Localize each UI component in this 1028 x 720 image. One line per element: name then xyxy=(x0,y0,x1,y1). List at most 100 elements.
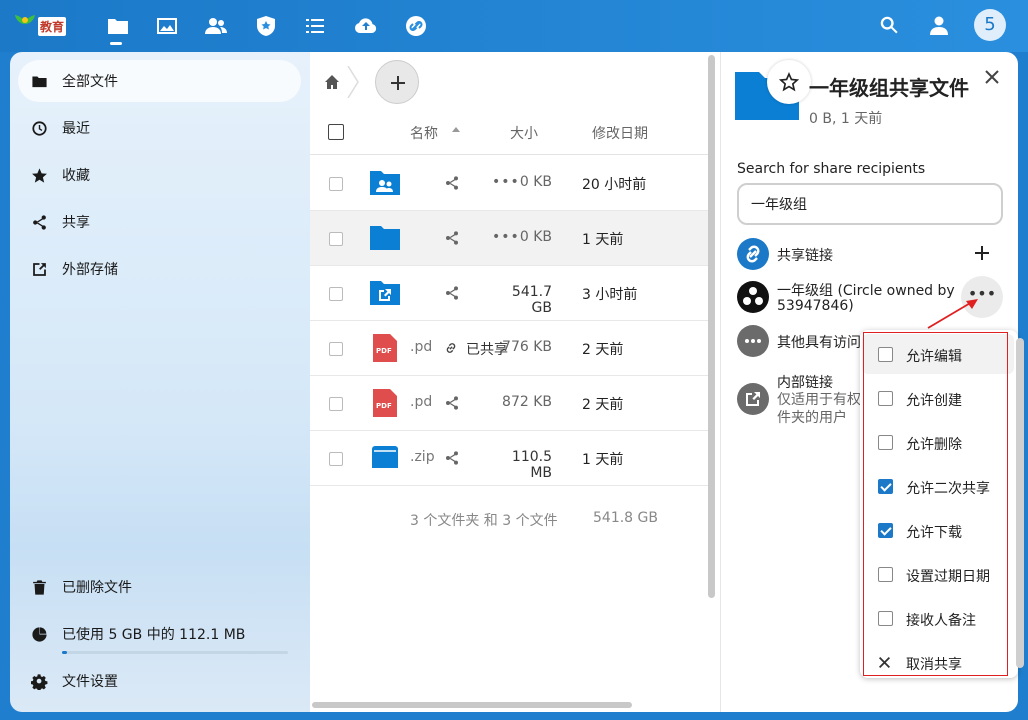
circles-icon[interactable] xyxy=(254,14,278,38)
row-checkbox[interactable] xyxy=(329,342,343,356)
app-navigation: 全部文件 最近 收藏 共享 外部存储 已删除文件 已使用 5 GB 中的 112… xyxy=(10,52,310,712)
sidebar-item-label: 外部存储 xyxy=(62,262,118,278)
menu-item-allow-edit[interactable]: 允许编辑 xyxy=(876,340,1016,370)
file-modified: 1 天前 xyxy=(582,452,624,468)
table-row[interactable]: .zip 110.5 MB 1 天前 xyxy=(310,431,708,486)
menu-item-allow-reshare[interactable]: 允许二次共享 xyxy=(876,472,1016,502)
horizontal-scrollbar[interactable] xyxy=(312,702,632,708)
panel-title: 一年级组共享文件 xyxy=(809,76,969,100)
menu-item-unshare[interactable]: 取消共享 xyxy=(876,648,1016,678)
link-icon[interactable] xyxy=(404,14,428,38)
menu-item-allow-create[interactable]: 允许创建 xyxy=(876,384,1016,414)
photos-icon[interactable] xyxy=(155,14,179,38)
share-icon[interactable] xyxy=(444,175,460,191)
sort-ascending-icon xyxy=(452,127,460,132)
select-all-checkbox[interactable] xyxy=(328,124,344,140)
active-app-indicator xyxy=(110,42,122,45)
menu-checkbox[interactable] xyxy=(878,391,893,406)
row-checkbox[interactable] xyxy=(329,397,343,411)
folder-icon xyxy=(370,226,400,250)
sidebar-item-trash[interactable]: 已删除文件 xyxy=(18,566,301,608)
menu-checkbox-checked[interactable] xyxy=(878,523,893,538)
share-link-avatar xyxy=(737,238,769,270)
menu-item-label: 设置过期日期 xyxy=(906,569,990,585)
internal-link-avatar xyxy=(737,383,769,415)
sidebar-item-quota: 已使用 5 GB 中的 112.1 MB xyxy=(18,613,301,655)
file-list-view: 名称 大小 修改日期 ••• 0 KB 20 小时前 ••• 0 KB 1 天前… xyxy=(310,52,720,712)
menu-checkbox-checked[interactable] xyxy=(878,479,893,494)
share-recipient-search-input[interactable] xyxy=(737,183,1003,225)
menu-item-allow-download[interactable]: 允许下载 xyxy=(876,516,1016,546)
user-avatar[interactable]: 5 xyxy=(974,9,1006,41)
menu-item-note-to-recipient[interactable]: 接收人备注 xyxy=(876,604,1016,634)
svg-text:PDF: PDF xyxy=(376,347,392,355)
folder-icon xyxy=(32,76,47,87)
annotation-arrow xyxy=(927,299,978,329)
sidebar-item-settings[interactable]: 文件设置 xyxy=(18,660,301,702)
share-icon[interactable] xyxy=(444,450,460,466)
add-share-link-icon[interactable] xyxy=(975,246,989,260)
sidebar-item-shares[interactable]: 共享 xyxy=(18,201,301,243)
share-icon[interactable] xyxy=(444,395,460,411)
table-row[interactable]: 541.7 GB 3 小时前 xyxy=(310,266,708,321)
gear-icon xyxy=(31,673,48,690)
sidebar-item-label: 已删除文件 xyxy=(62,580,132,596)
close-icon[interactable] xyxy=(983,68,1001,86)
share-icon[interactable] xyxy=(444,230,460,246)
file-extension: .pd xyxy=(410,339,433,355)
star-outline-icon xyxy=(779,72,799,92)
table-row[interactable]: PDF .pd 已共享 776 KB 2 天前 xyxy=(310,321,708,376)
favorite-button[interactable] xyxy=(767,60,811,104)
table-row[interactable]: ••• 0 KB 1 天前 xyxy=(310,211,708,266)
sidebar-item-label: 最近 xyxy=(62,121,90,137)
menu-item-label: 允许编辑 xyxy=(906,349,962,365)
row-checkbox[interactable] xyxy=(329,452,343,466)
row-checkbox[interactable] xyxy=(329,177,343,191)
sidebar-item-favorites[interactable]: 收藏 xyxy=(18,154,301,196)
share-permissions-menu: 允许编辑 允许创建 允许删除 允许二次共享 允许下载 设置过期日期 接收人备注 … xyxy=(860,330,1018,678)
quota-progress-bar xyxy=(62,651,288,654)
file-size: 541.7 GB xyxy=(511,284,552,316)
contacts-menu-icon[interactable] xyxy=(927,14,951,38)
menu-scrollbar[interactable] xyxy=(1016,338,1024,668)
breadcrumb-chevron-icon xyxy=(347,66,359,98)
file-modified: 2 天前 xyxy=(582,397,624,413)
zip-file-icon xyxy=(372,446,398,468)
sidebar-item-all-files[interactable]: 全部文件 xyxy=(18,60,301,102)
activity-icon[interactable] xyxy=(303,14,327,38)
vertical-scrollbar[interactable] xyxy=(708,55,715,598)
menu-checkbox[interactable] xyxy=(878,347,893,362)
contacts-icon[interactable] xyxy=(204,14,228,38)
circle-avatar xyxy=(737,281,769,313)
share-icon[interactable] xyxy=(444,285,460,301)
search-icon[interactable] xyxy=(878,14,900,36)
file-size: 776 KB xyxy=(502,339,552,355)
menu-item-allow-delete[interactable]: 允许删除 xyxy=(876,428,1016,458)
table-row[interactable]: ••• 0 KB 20 小时前 xyxy=(310,156,708,211)
sidebar-item-recent[interactable]: 最近 xyxy=(18,107,301,149)
sidebar-item-external-storage[interactable]: 外部存储 xyxy=(18,248,301,290)
app-logo[interactable]: 教育 xyxy=(14,12,78,40)
column-modified-header[interactable]: 修改日期 xyxy=(592,123,648,143)
table-row[interactable]: PDF .pd 872 KB 2 天前 xyxy=(310,376,708,431)
file-extension: .zip xyxy=(410,449,435,465)
column-name-header[interactable]: 名称 xyxy=(410,123,438,143)
logo-text: 教育 xyxy=(38,17,67,36)
menu-item-label: 接收人备注 xyxy=(906,613,976,629)
menu-checkbox[interactable] xyxy=(878,567,893,582)
others-with-access-label[interactable]: 其他具有访问 xyxy=(777,332,861,352)
row-checkbox[interactable] xyxy=(329,287,343,301)
upload-icon[interactable] xyxy=(354,14,378,38)
files-icon[interactable] xyxy=(106,14,130,38)
menu-checkbox[interactable] xyxy=(878,611,893,626)
new-file-button[interactable] xyxy=(375,60,419,104)
svg-text:PDF: PDF xyxy=(376,402,392,410)
menu-item-label: 允许下载 xyxy=(906,525,962,541)
file-modified: 1 天前 xyxy=(582,232,624,248)
row-checkbox[interactable] xyxy=(329,232,343,246)
home-icon[interactable] xyxy=(324,74,340,90)
menu-checkbox[interactable] xyxy=(878,435,893,450)
file-list-header: 名称 大小 修改日期 xyxy=(310,107,708,155)
menu-item-set-expiration[interactable]: 设置过期日期 xyxy=(876,560,1016,590)
column-size-header[interactable]: 大小 xyxy=(510,123,538,143)
